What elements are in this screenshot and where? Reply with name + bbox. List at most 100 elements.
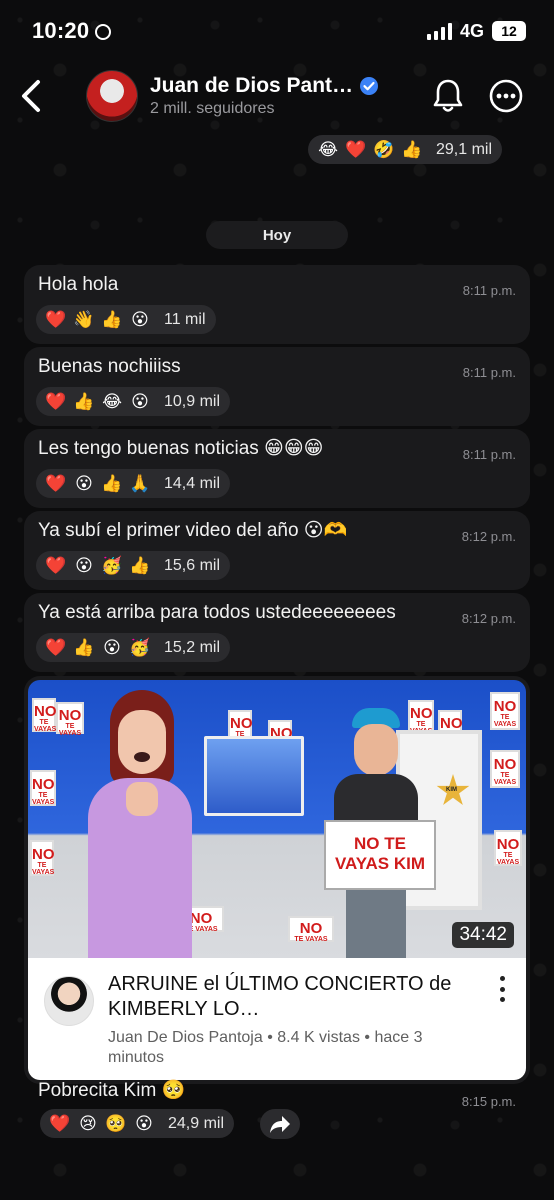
- reaction-count: 15,6 mil: [164, 556, 221, 574]
- poster-sign: NOTE VAYAS: [490, 692, 520, 730]
- signal-icon: [426, 22, 452, 40]
- reaction-emoji: 😮: [135, 1113, 153, 1134]
- message-bubble[interactable]: Ya subí el primer video del año 😮🫶 8:12 …: [24, 511, 530, 590]
- poster-sign: NOTE VAYAS: [490, 750, 520, 788]
- reaction-emoji: ❤️: [45, 391, 67, 412]
- reaction-emoji: 😢: [79, 1113, 97, 1134]
- battery-icon: 12: [492, 21, 526, 41]
- video-caption-message[interactable]: Pobrecita Kim 🥺 8:15 p.m.: [24, 1078, 530, 1109]
- reaction-count: 11 mil: [164, 310, 206, 328]
- reaction-emoji: ❤️: [345, 139, 367, 160]
- reaction-emoji: 😂: [102, 391, 122, 412]
- message-text: Ya subí el primer video del año 😮🫶: [38, 520, 348, 541]
- message-bubble[interactable]: Les tengo buenas noticias 😁😁😁 8:11 p.m. …: [24, 429, 530, 508]
- reaction-emoji: ❤️: [45, 555, 67, 576]
- more-options-button[interactable]: [484, 74, 528, 118]
- message-text: Pobrecita Kim 🥺: [38, 1080, 186, 1101]
- reaction-emoji: 👍: [101, 309, 123, 330]
- reaction-emoji: 🥳: [101, 555, 123, 576]
- reactions-pill[interactable]: ❤️ 😮 🥳 👍 15,6 mil: [36, 551, 231, 580]
- focus-icon: [95, 24, 112, 40]
- reaction-count: 24,9 mil: [168, 1114, 225, 1132]
- reaction-emoji: 🙏: [129, 473, 151, 494]
- video-thumbnail[interactable]: NO TE VAYAS NO TE VAYAS NO TE VAYAS NO TE VA…: [28, 680, 526, 958]
- reaction-count: 14,4 mil: [164, 474, 221, 492]
- reaction-emoji: ❤️: [45, 309, 67, 330]
- reaction-emoji: 😮: [75, 555, 93, 576]
- chevron-left-icon: [22, 80, 40, 112]
- handheld-sign: NO TE VAYAS KIM: [324, 820, 436, 890]
- video-meta: Juan De Dios Pantoja • 8.4 K vistas • ha…: [108, 1029, 423, 1066]
- video-duration: 34:42: [452, 922, 514, 948]
- date-separator: Hoy: [206, 221, 348, 249]
- message-bubble[interactable]: Ya está arriba para todos ustedeeeeeeees…: [24, 593, 530, 672]
- reaction-count: 15,2 mil: [164, 638, 221, 656]
- reactions-pill[interactable]: ❤️ 👋 👍 😮 11 mil: [36, 305, 216, 334]
- reaction-emoji: 👍: [129, 555, 151, 576]
- reaction-emoji: 👍: [101, 473, 123, 494]
- back-button[interactable]: [8, 73, 54, 119]
- reaction-count: 10,9 mil: [164, 392, 221, 410]
- reaction-emoji: 👋: [73, 309, 95, 330]
- video-more-button[interactable]: [498, 976, 506, 1002]
- video-info[interactable]: ARRUINE el ÚLTIMO CONCIERTO de KIMBERLY …: [28, 958, 526, 1080]
- reactions-pill[interactable]: ❤️ 😮 👍 🙏 14,4 mil: [36, 469, 231, 498]
- message-text: Ya está arriba para todos ustedeeeeeeees: [38, 602, 396, 623]
- reaction-count: 29,1 mil: [436, 140, 493, 158]
- message-time: 8:11 p.m.: [462, 447, 516, 462]
- poster-sign: NOTE VAYAS: [494, 830, 522, 866]
- channel-header: Juan de Dios Pant… 2 mill. seguidores: [0, 62, 554, 130]
- reactions-pill[interactable]: 😂 ❤️ 🤣 👍 29,1 mil: [308, 135, 503, 164]
- channel-name: Juan de Dios Pant…: [150, 74, 354, 97]
- reaction-emoji: 😮: [131, 309, 149, 330]
- channel-title-block[interactable]: Juan de Dios Pant… 2 mill. seguidores: [150, 74, 390, 118]
- dot: [499, 997, 505, 1002]
- verified-icon: [360, 77, 379, 95]
- message-bubble[interactable]: Hola hola 8:11 p.m. ❤️ 👋 👍 😮 11 mil: [24, 265, 530, 344]
- reaction-emoji: 😂: [318, 139, 338, 160]
- reactions-pill[interactable]: ❤️ 👍 😮 🥳 15,2 mil: [36, 633, 231, 662]
- poster-sign: NOTE VAYAS: [30, 770, 56, 806]
- reaction-emoji: 😮: [131, 391, 149, 412]
- message-time: 8:12 p.m.: [461, 529, 516, 544]
- share-button[interactable]: [260, 1109, 300, 1139]
- reaction-emoji: 👍: [73, 391, 95, 412]
- share-icon: [270, 1116, 290, 1133]
- reaction-emoji: 🥳: [129, 637, 151, 658]
- message-bubble[interactable]: Buenas nochiiiss 8:11 p.m. ❤️ 👍 😂 😮 10,9…: [24, 347, 530, 426]
- channel-avatar[interactable]: [86, 70, 138, 122]
- message-text: Les tengo buenas noticias 😁😁😁: [38, 438, 324, 459]
- video-title[interactable]: ARRUINE el ÚLTIMO CONCIERTO de KIMBERLY …: [108, 972, 468, 1022]
- message-text: Hola hola: [38, 274, 119, 295]
- star-label: KIM: [446, 787, 457, 793]
- reaction-emoji: 😮: [103, 637, 121, 658]
- reaction-emoji: ❤️: [49, 1113, 71, 1134]
- reaction-emoji: ❤️: [45, 473, 67, 494]
- message-time: 8:15 p.m.: [461, 1094, 516, 1109]
- poster-sign: NOTE VAYAS: [32, 698, 57, 733]
- message-time: 8:11 p.m.: [462, 365, 516, 380]
- clock: 10:20: [32, 18, 90, 43]
- message-time: 8:12 p.m.: [461, 611, 516, 626]
- reaction-emoji: 😮: [75, 473, 93, 494]
- reaction-emoji: ❤️: [45, 637, 67, 658]
- mirror: [204, 736, 304, 816]
- reaction-emoji: 👍: [73, 637, 95, 658]
- woman-figure: [68, 690, 208, 958]
- notifications-button[interactable]: [426, 74, 470, 118]
- reactions-pill[interactable]: ❤️ 😢 🥺 😮 24,9 mil: [40, 1109, 235, 1138]
- reactions-pill[interactable]: ❤️ 👍 😂 😮 10,9 mil: [36, 387, 231, 416]
- status-bar: 10:20 4G 12: [0, 0, 554, 62]
- video-channel-avatar[interactable]: [44, 976, 94, 1026]
- status-time: 10:20: [32, 18, 112, 44]
- subscriber-count: 2 mill. seguidores: [150, 100, 275, 117]
- reaction-emoji: 👍: [401, 139, 423, 160]
- reaction-emoji: 🥺: [105, 1113, 127, 1134]
- dot: [499, 986, 505, 992]
- video-card[interactable]: NO TE VAYAS NO TE VAYAS NO TE VAYAS NO TE VA…: [24, 676, 530, 1084]
- dot: [499, 976, 505, 981]
- message-time: 8:11 p.m.: [462, 283, 516, 298]
- poster-sign: NOTE VAYAS: [30, 840, 55, 876]
- reaction-emoji: 🤣: [373, 139, 395, 160]
- more-circle-icon: [489, 79, 523, 113]
